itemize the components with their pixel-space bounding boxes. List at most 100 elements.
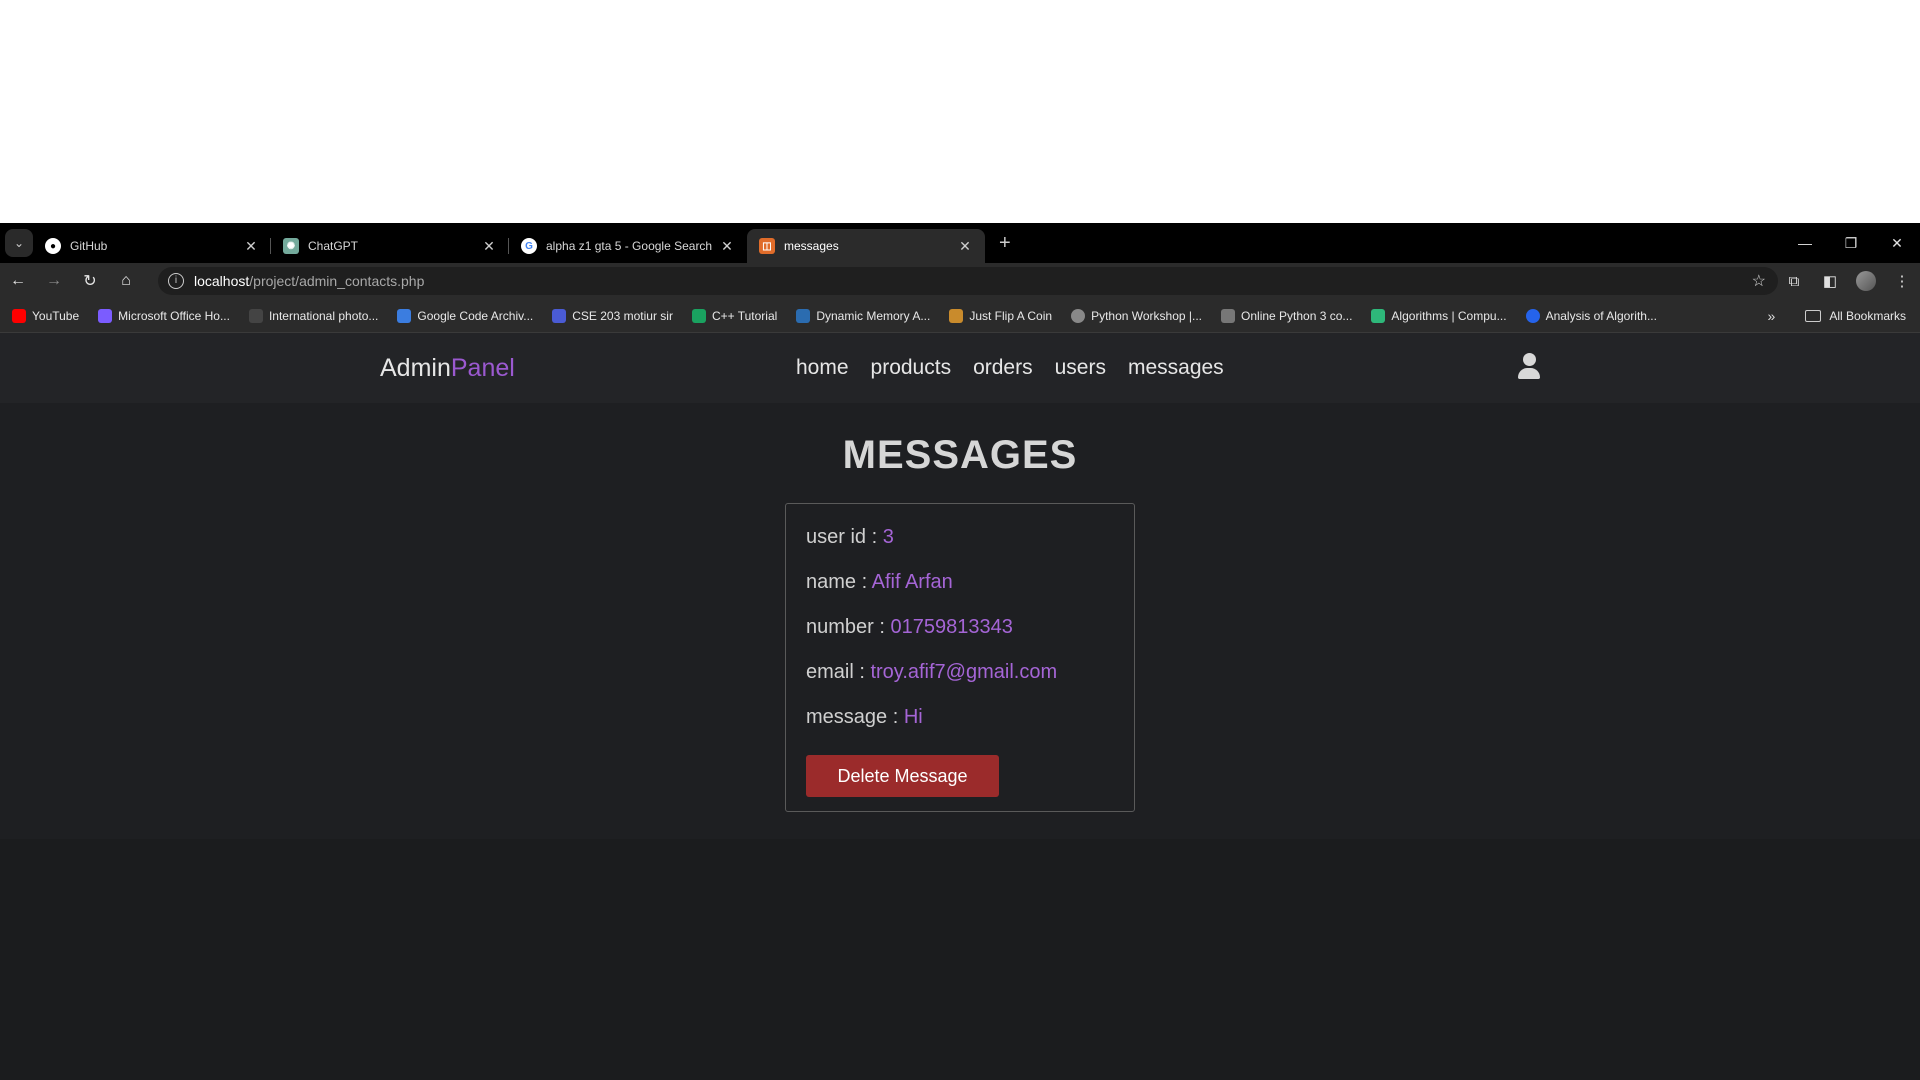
tab-chatgpt[interactable]: ✺ ChatGPT ✕	[271, 229, 509, 263]
bookmark-item[interactable]: International photo...	[248, 308, 379, 323]
reload-icon[interactable]: ↻	[72, 271, 108, 291]
messages-section: MESSAGES user id : 3 name : Afif Arfan n…	[0, 403, 1920, 839]
globe-icon	[1071, 308, 1086, 323]
bookmark-item[interactable]: Microsoft Office Ho...	[98, 308, 230, 323]
bookmark-item[interactable]: Python Workshop |...	[1071, 308, 1203, 323]
message-value: Hi	[903, 706, 923, 728]
bookmarks-right: » All Bookmarks	[1768, 299, 1906, 333]
email-value: troy.afif7@gmail.com	[870, 661, 1058, 683]
nav-products[interactable]: products	[871, 356, 952, 380]
python-icon	[1221, 308, 1236, 323]
bookmark-item[interactable]: Dynamic Memory A...	[796, 308, 931, 323]
site-logo[interactable]: AdminPanel	[380, 354, 515, 383]
tab-strip: ⌄ ● GitHub ✕ ✺ ChatGPT ✕ G alpha z1 gta …	[0, 223, 1920, 263]
browser-toolbar: ← → ↻ ⌂ i localhost/project/admin_contac…	[0, 263, 1920, 299]
user-id-value: 3	[882, 526, 894, 548]
name-label: name :	[806, 571, 872, 593]
site-info-icon[interactable]: i	[168, 273, 184, 289]
blank-area-above-window	[0, 0, 1920, 223]
chevron-down-icon: ⌄	[13, 236, 25, 250]
w3schools-icon	[691, 308, 706, 323]
delete-message-button[interactable]: Delete Message	[806, 755, 999, 797]
page-icon: ◫	[759, 238, 775, 254]
bookmark-label: Algorithms | Compu...	[1391, 308, 1507, 323]
bookmark-item[interactable]: CSE 203 motiur sir	[552, 308, 673, 323]
dynamic-memory-icon	[796, 308, 811, 323]
bookmarks-bar: YouTube Microsoft Office Ho... Internati…	[0, 299, 1920, 333]
nav-messages[interactable]: messages	[1128, 356, 1224, 380]
email-row: email : troy.afif7@gmail.com	[806, 661, 1114, 706]
bookmark-star-icon[interactable]: ☆	[1752, 271, 1766, 291]
logo-accent: Panel	[450, 353, 515, 382]
bookmark-label: Google Code Archiv...	[417, 308, 534, 323]
chevron-double-right-icon[interactable]: »	[1768, 308, 1776, 324]
bookmark-item[interactable]: Analysis of Algorith...	[1525, 308, 1657, 323]
close-icon[interactable]: ✕	[481, 238, 497, 255]
bookmark-item[interactable]: Just Flip A Coin	[949, 308, 1053, 323]
bookmark-label: Dynamic Memory A...	[816, 308, 931, 323]
close-icon[interactable]: ✕	[243, 238, 259, 255]
close-icon[interactable]: ✕	[719, 238, 735, 255]
document-icon	[552, 308, 567, 323]
youtube-icon	[12, 308, 26, 323]
email-label: email :	[806, 661, 871, 683]
bookmark-label: CSE 203 motiur sir	[572, 308, 673, 323]
message-row: message : Hi	[806, 706, 1114, 751]
tab-search-button[interactable]: ⌄	[5, 229, 33, 257]
photo-site-icon	[248, 308, 263, 323]
browser-window: ⌄ ● GitHub ✕ ✺ ChatGPT ✕ G alpha z1 gta …	[0, 223, 1920, 1080]
logo-main: Admin	[380, 353, 451, 382]
bookmark-label: Python Workshop |...	[1091, 308, 1203, 323]
new-tab-button[interactable]: +	[999, 232, 1011, 255]
url-path: /project/admin_contacts.php	[249, 273, 425, 289]
user-icon-body	[1518, 368, 1540, 379]
user-icon-head	[1522, 353, 1536, 366]
tab-messages[interactable]: ◫ messages ✕	[747, 229, 985, 263]
user-id-row: user id : 3	[806, 526, 1114, 571]
extensions-icon[interactable]: ⧉	[1776, 273, 1812, 290]
coin-icon	[949, 308, 964, 323]
url-host: localhost	[194, 273, 250, 289]
web-page: AdminPanel home products orders users me…	[0, 333, 1920, 1080]
bookmark-label: Just Flip A Coin	[969, 308, 1053, 323]
bookmark-item[interactable]: Algorithms | Compu...	[1371, 308, 1507, 323]
close-window-icon[interactable]: ✕	[1874, 223, 1920, 263]
number-label: number :	[806, 616, 891, 638]
user-id-label: user id :	[806, 526, 883, 548]
side-panel-icon[interactable]: ◧	[1812, 272, 1848, 290]
analysis-icon	[1525, 308, 1540, 323]
google-code-icon	[397, 308, 412, 323]
address-bar[interactable]: i localhost/project/admin_contacts.php ☆	[158, 267, 1778, 295]
forward-arrow-icon[interactable]: →	[36, 272, 72, 290]
nav-home[interactable]: home	[796, 356, 849, 380]
user-icon[interactable]	[1517, 353, 1541, 381]
tab-title: alpha z1 gta 5 - Google Search	[546, 239, 713, 253]
all-bookmarks-button[interactable]: All Bookmarks	[1829, 309, 1906, 323]
message-label: message :	[806, 706, 904, 728]
bookmark-item[interactable]: Google Code Archiv...	[397, 308, 534, 323]
bookmark-item[interactable]: Online Python 3 co...	[1221, 308, 1352, 323]
tab-google-search[interactable]: G alpha z1 gta 5 - Google Search ✕	[509, 229, 747, 263]
close-icon[interactable]: ✕	[957, 238, 973, 255]
message-card: user id : 3 name : Afif Arfan number : 0…	[785, 503, 1135, 812]
bookmark-label: Microsoft Office Ho...	[118, 308, 230, 323]
more-menu-icon[interactable]: ⋮	[1884, 272, 1920, 290]
bookmark-item[interactable]: C++ Tutorial	[691, 308, 778, 323]
site-header: AdminPanel home products orders users me…	[0, 333, 1920, 403]
folder-icon	[1805, 310, 1822, 322]
nav-orders[interactable]: orders	[973, 356, 1033, 380]
bookmark-label: International photo...	[268, 308, 379, 323]
tab-github[interactable]: ● GitHub ✕	[33, 229, 271, 263]
tab-title: ChatGPT	[308, 239, 359, 253]
github-icon: ●	[45, 238, 61, 254]
back-arrow-icon[interactable]: ←	[0, 272, 36, 290]
nav-users[interactable]: users	[1055, 356, 1106, 380]
restore-icon[interactable]: ❐	[1828, 223, 1874, 263]
home-icon[interactable]: ⌂	[108, 272, 144, 290]
name-value: Afif Arfan	[871, 571, 953, 593]
tab-title: GitHub	[70, 239, 108, 253]
profile-avatar[interactable]	[1856, 271, 1876, 291]
minimize-icon[interactable]: —	[1782, 223, 1828, 263]
bookmark-label: C++ Tutorial	[711, 308, 778, 323]
bookmark-item[interactable]: YouTube	[12, 308, 79, 323]
